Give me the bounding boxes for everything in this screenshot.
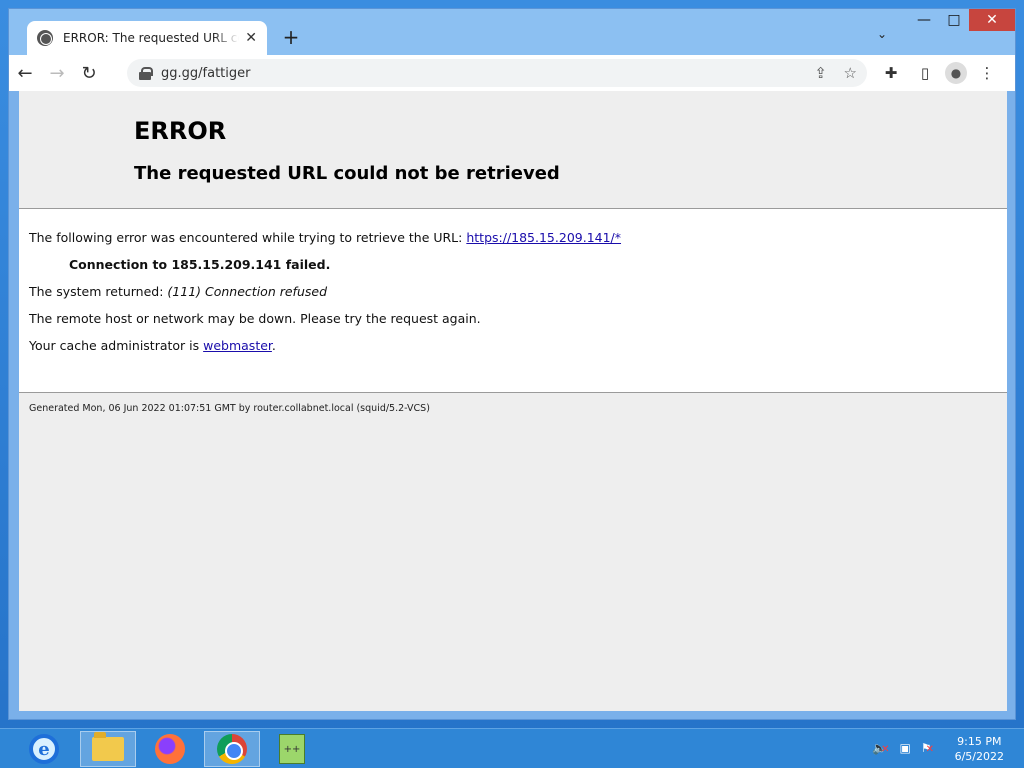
tab-title: ERROR: The requested URL could not be re…	[63, 31, 239, 45]
tab-close-icon[interactable]: ✕	[245, 30, 257, 46]
system-returned-label: The system returned:	[29, 284, 168, 299]
taskbar-firefox[interactable]	[142, 731, 198, 767]
maximize-button[interactable]: □	[939, 9, 969, 31]
error-header: ERROR The requested URL could not be ret…	[19, 91, 1007, 209]
clock-date: 6/5/2022	[954, 750, 1004, 763]
minimize-button[interactable]: —	[909, 9, 939, 31]
page-content: ERROR The requested URL could not be ret…	[19, 91, 1007, 711]
share-icon[interactable]: ⇪	[814, 64, 827, 82]
tab-strip: ERROR: The requested URL could not be re…	[9, 9, 1015, 55]
side-panel-icon[interactable]: ▯	[911, 59, 939, 87]
address-bar-url[interactable]: gg.gg/fattiger	[161, 66, 250, 81]
taskbar-file-explorer[interactable]	[80, 731, 136, 767]
system-returned-value: (111) Connection refused	[167, 284, 327, 299]
cache-admin-text: Your cache administrator is	[29, 338, 204, 353]
folder-icon	[92, 732, 124, 761]
address-bar[interactable]: gg.gg/fattiger ⇪ ☆	[127, 59, 867, 87]
cache-admin-suffix: .	[271, 338, 276, 353]
system-tray: 🔈✕ ▣ ⚑✕	[872, 741, 934, 755]
taskbar-clock[interactable]: 9:15 PM 6/5/2022	[955, 734, 1004, 764]
system-returned-paragraph: The system returned: (111) Connection re…	[29, 285, 997, 299]
profile-avatar-icon[interactable]: ●	[945, 62, 967, 84]
action-center-flag-icon[interactable]: ⚑✕	[921, 741, 934, 755]
internet-explorer-icon: e	[29, 734, 59, 764]
remote-host-message: The remote host or network may be down. …	[29, 311, 481, 326]
intro-paragraph: The following error was encountered whil…	[29, 231, 997, 245]
volume-muted-icon[interactable]: 🔈✕	[872, 741, 889, 755]
error-subheading: The requested URL could not be retrieved	[134, 163, 560, 184]
requested-url-link[interactable]: https://185.15.209.141/*	[466, 230, 621, 245]
clock-time: 9:15 PM	[957, 735, 1002, 748]
taskbar-internet-explorer[interactable]: e	[16, 731, 72, 767]
globe-icon	[37, 30, 53, 46]
new-tab-button[interactable]: +	[279, 25, 303, 49]
error-heading: ERROR	[134, 117, 227, 145]
page-footer: Generated Mon, 06 Jun 2022 01:07:51 GMT …	[29, 403, 430, 414]
taskbar-chrome[interactable]	[204, 731, 260, 767]
webmaster-link[interactable]: webmaster	[203, 338, 272, 353]
toolbar-right: ✚ ▯ ● ⋮	[877, 59, 1001, 87]
back-button[interactable]: ←	[9, 57, 41, 89]
cache-admin-paragraph: Your cache administrator is webmaster.	[29, 339, 997, 353]
window-controls: — □ ✕	[909, 9, 1015, 31]
network-icon[interactable]: ▣	[900, 741, 911, 755]
close-window-button[interactable]: ✕	[969, 9, 1015, 31]
firefox-icon	[155, 734, 185, 764]
browser-tab[interactable]: ERROR: The requested URL could not be re…	[27, 21, 267, 55]
bookmark-star-icon[interactable]: ☆	[844, 64, 857, 82]
taskbar: e ++ 🔈✕ ▣ ⚑✕ 9:15 PM 6/5/2022	[0, 728, 1024, 768]
forward-button[interactable]: →	[41, 57, 73, 89]
browser-toolbar: ← → ↻ gg.gg/fattiger ⇪ ☆ ✚ ▯ ● ⋮	[9, 55, 1015, 91]
browser-window: ERROR: The requested URL could not be re…	[8, 8, 1016, 720]
error-body: The following error was encountered whil…	[19, 209, 1007, 393]
taskbar-notepad-plus-plus[interactable]: ++	[264, 731, 320, 767]
extensions-icon[interactable]: ✚	[877, 59, 905, 87]
reload-button[interactable]: ↻	[73, 57, 105, 89]
chrome-icon	[217, 734, 247, 764]
tab-search-icon[interactable]: ⌄	[877, 27, 887, 41]
menu-kebab-icon[interactable]: ⋮	[973, 59, 1001, 87]
failure-message: Connection to 185.15.209.141 failed.	[69, 257, 331, 272]
notepad-plus-plus-icon: ++	[279, 734, 305, 764]
intro-text: The following error was encountered whil…	[29, 230, 467, 245]
lock-icon[interactable]	[139, 67, 153, 80]
